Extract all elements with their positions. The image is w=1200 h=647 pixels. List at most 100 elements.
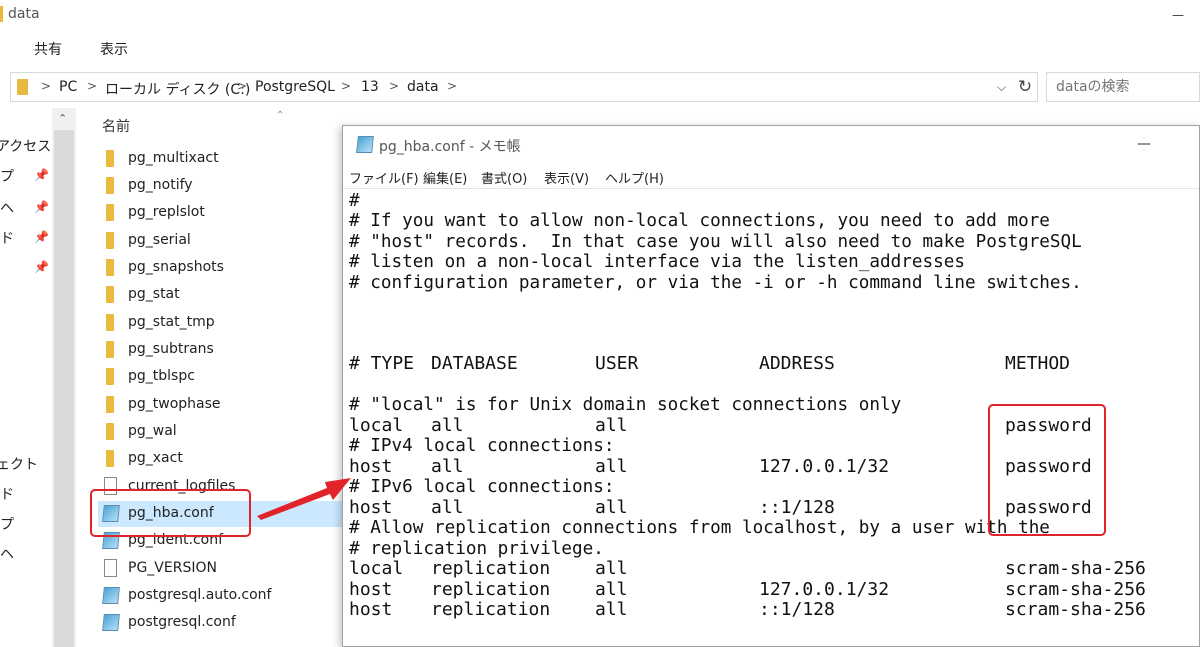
file-row[interactable]: pg_subtrans [98, 337, 346, 363]
minimize-icon[interactable]: — [1137, 136, 1151, 152]
folder-icon [106, 314, 114, 331]
nav-scrollbar-thumb[interactable] [54, 130, 74, 647]
folder-icon [106, 450, 114, 467]
chevron-up-icon[interactable]: ⌃ [58, 112, 67, 125]
refresh-icon[interactable]: ↻ [1012, 72, 1038, 102]
code-line: # Allow replication connections from loc… [349, 517, 1050, 538]
code-line: # IPv4 local connections: [349, 435, 615, 456]
cell-type: host [349, 579, 393, 600]
cell-address: 127.0.0.1/32 [759, 579, 890, 600]
header-user: USER [595, 353, 639, 374]
file-name: postgresql.conf [128, 614, 236, 630]
cell-user: all [595, 415, 628, 436]
folder-icon [106, 341, 114, 358]
column-header-name[interactable]: 名前 [102, 116, 130, 136]
file-name: pg_stat_tmp [128, 314, 215, 330]
menu-edit[interactable]: 編集(E) [423, 168, 467, 187]
file-name: pg_stat [128, 286, 180, 302]
menu-format[interactable]: 書式(O) [481, 168, 527, 187]
file-row[interactable]: pg_xact [98, 446, 346, 472]
cell-address: ::1/128 [759, 599, 835, 620]
cell-database: all [431, 497, 464, 518]
code-line: # "host" records. In that case you will … [349, 231, 1082, 252]
nav-item[interactable]: ヘ [0, 198, 14, 218]
menu-view[interactable]: 表示(V) [544, 168, 589, 187]
header-method: METHOD [1005, 353, 1071, 374]
ribbon-tab-share[interactable]: 共有 [34, 39, 62, 59]
file-row[interactable]: pg_multixact [98, 146, 346, 172]
file-row[interactable]: PG_VERSION [98, 556, 346, 582]
file-row[interactable]: pg_wal [98, 419, 346, 445]
folder-icon [106, 423, 114, 440]
file-row[interactable]: pg_stat [98, 282, 346, 308]
breadcrumb-local-disk[interactable]: ローカル ディスク (C:) [105, 79, 250, 99]
file-row[interactable]: postgresql.auto.conf [98, 583, 346, 609]
file-name: pg_replslot [128, 204, 205, 220]
cell-user: all [595, 558, 628, 579]
chevron-right-icon[interactable]: > [237, 79, 247, 93]
nav-item-quick-access[interactable]: アクセス [0, 136, 51, 156]
menu-help[interactable]: ヘルプ(H) [605, 168, 664, 187]
breadcrumb-postgresql[interactable]: PostgreSQL [255, 79, 335, 95]
breadcrumb-pc[interactable]: PC [59, 79, 77, 95]
folder-icon [106, 177, 114, 194]
breadcrumb-data[interactable]: data [407, 79, 439, 95]
file-name: pg_notify [128, 177, 193, 193]
folder-icon [17, 79, 28, 95]
nav-item[interactable]: ヘ [0, 544, 14, 564]
notepad-icon [356, 136, 374, 153]
folder-icon [106, 204, 114, 221]
nav-item[interactable]: プ [0, 514, 14, 534]
chevron-right-icon[interactable]: > [389, 79, 399, 93]
ribbon-tab-view[interactable]: 表示 [100, 39, 128, 59]
chevron-down-icon[interactable]: ⌵ [997, 80, 1006, 95]
file-row[interactable]: pg_stat_tmp [98, 310, 346, 336]
sort-caret-icon: ⌃ [276, 110, 285, 121]
code-line: # If you want to allow non-local connect… [349, 210, 1050, 231]
cell-user: all [595, 456, 628, 477]
pin-icon: 📌 [34, 168, 49, 182]
nav-item[interactable]: ド [0, 484, 14, 504]
chevron-right-icon[interactable]: > [341, 79, 351, 93]
chevron-right-icon[interactable]: > [447, 79, 457, 93]
nav-item-3d-objects[interactable]: ェクト [0, 454, 38, 474]
search-box[interactable] [1046, 72, 1200, 102]
pin-icon: 📌 [34, 200, 49, 214]
cell-database: replication [431, 599, 551, 620]
cell-database: replication [431, 558, 551, 579]
file-row[interactable]: pg_twophase [98, 392, 346, 418]
menu-file[interactable]: ファイル(F) [349, 168, 419, 187]
file-row[interactable]: pg_replslot [98, 200, 346, 226]
breadcrumb-13[interactable]: 13 [361, 79, 379, 95]
file-row[interactable]: pg_tblspc [98, 364, 346, 390]
cell-method: scram-sha-256 [1005, 558, 1146, 579]
cell-user: all [595, 579, 628, 600]
notepad-titlebar: pg_hba.conf - メモ帳 — [343, 126, 1199, 164]
file-name: pg_tblspc [128, 368, 195, 384]
cell-database: all [431, 415, 464, 436]
config-file-icon [102, 614, 120, 631]
file-row[interactable]: pg_serial [98, 228, 346, 254]
chevron-right-icon[interactable]: > [41, 79, 51, 93]
address-bar[interactable]: > PC > ローカル ディスク (C:) > PostgreSQL > 13 … [10, 72, 1038, 102]
header-address: ADDRESS [759, 353, 835, 374]
cell-address: 127.0.0.1/32 [759, 456, 890, 477]
chevron-right-icon[interactable]: > [87, 79, 97, 93]
notepad-window: pg_hba.conf - メモ帳 — ファイル(F) 編集(E) 書式(O) … [342, 125, 1200, 647]
cell-type: host [349, 497, 393, 518]
code-line: # configuration parameter, or via the -i… [349, 272, 1082, 293]
config-file-icon [102, 587, 120, 604]
nav-item[interactable]: プ [0, 166, 14, 186]
header-database: DATABASE [431, 353, 518, 374]
window-title: data [8, 6, 40, 22]
search-input[interactable] [1047, 73, 1199, 101]
file-row[interactable]: pg_notify [98, 173, 346, 199]
code-line: # "local" is for Unix domain socket conn… [349, 394, 902, 415]
nav-item[interactable]: ド [0, 228, 14, 248]
folder-icon [106, 150, 114, 167]
minimize-icon[interactable]: — [1172, 8, 1186, 22]
file-row[interactable]: postgresql.conf [98, 610, 346, 636]
file-row[interactable]: pg_snapshots [98, 255, 346, 281]
folder-icon [106, 396, 114, 413]
file-name: pg_multixact [128, 150, 219, 166]
